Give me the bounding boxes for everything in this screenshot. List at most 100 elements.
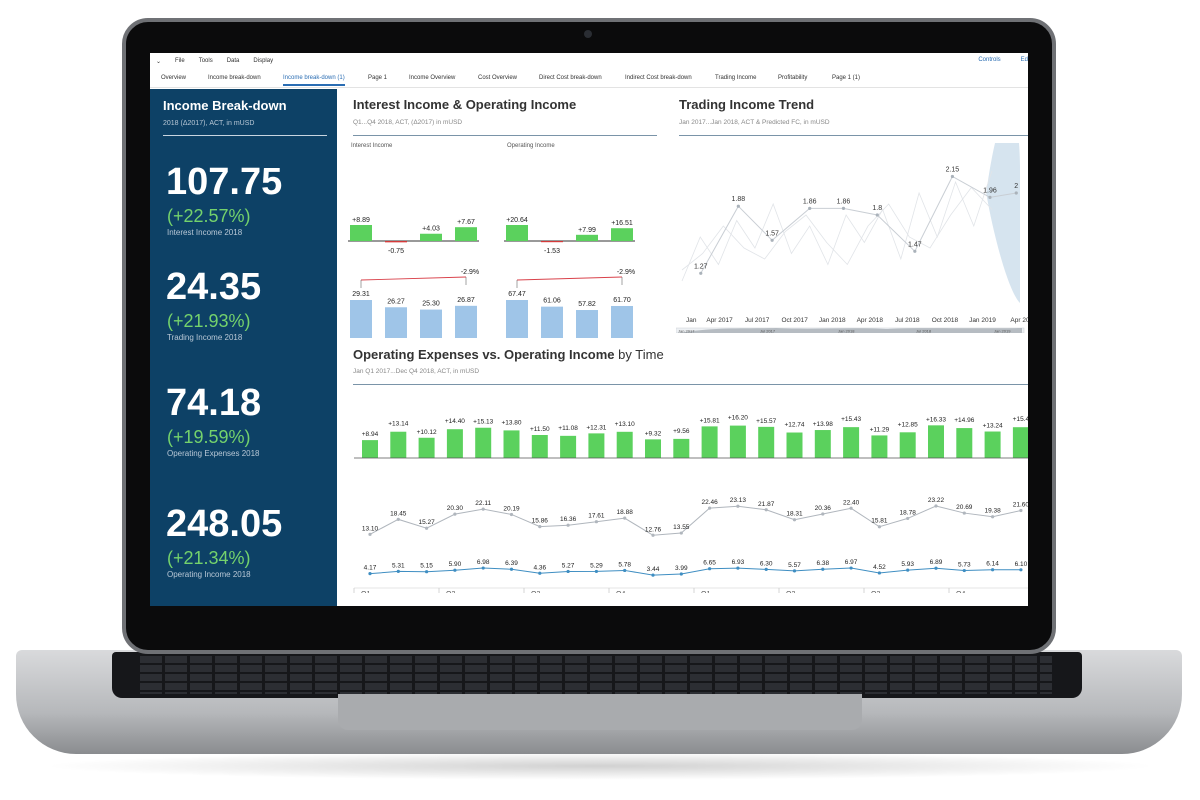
delta-label: +15.13: [473, 419, 493, 426]
interest-section-rule: [353, 135, 657, 136]
delta-label: +15.57: [756, 418, 776, 425]
trading-trend-chart: 1.27 1.88 1.57 1.86 1.86 1.8 1.47 2.15 1.96 2 Jan A…: [676, 143, 1028, 333]
operating-income-point: [509, 512, 514, 517]
operating-expenses-label: 6.93: [732, 559, 745, 566]
operating-income-label: 23.13: [730, 497, 747, 504]
tab-profitability[interactable]: Profitability: [778, 75, 807, 81]
controls-link[interactable]: Controls: [978, 57, 1000, 63]
delta-label: +11.50: [530, 426, 550, 433]
operating-income-point: [934, 504, 938, 508]
delta-bar: [611, 228, 633, 241]
operating-expenses-point: [481, 566, 485, 570]
trend-point-label: 1.86: [837, 198, 851, 205]
page-tabs: Overview Income break-down Income break-…: [150, 70, 1028, 88]
tab-page-1-1[interactable]: Page 1 (1): [832, 75, 860, 81]
trend-x-tick: Apr 20: [1010, 317, 1028, 324]
edit-link[interactable]: Ed: [1021, 57, 1028, 63]
operating-expenses-label: 4.17: [364, 565, 377, 572]
delta-bar: [984, 431, 1001, 458]
trend-point: [770, 238, 774, 242]
delta-label: +7.99: [578, 227, 596, 234]
delta-bar: [455, 227, 477, 241]
delta-bar: [446, 429, 463, 458]
operating-income-line: [369, 505, 1022, 536]
quarter-label: Q4: [616, 591, 625, 593]
operating-income-label: 18.88: [617, 509, 634, 516]
trend-point-label: 1.96: [983, 187, 997, 194]
delta-label: +4.03: [422, 226, 440, 233]
delta-bar: [729, 425, 746, 458]
delta-bar: [786, 432, 803, 458]
operating-expenses-label: 5.29: [590, 562, 603, 569]
operating-income-label: 22.11: [475, 500, 491, 507]
operating-income-point: [821, 512, 825, 516]
menu-file[interactable]: File: [175, 58, 185, 64]
delta-bar: [814, 430, 831, 458]
kpi-opex-change: (+19.59%): [167, 427, 251, 447]
operating-expenses-label: 6.98: [477, 559, 490, 566]
opex-section-title: Operating Expenses vs. Operating Income …: [353, 347, 664, 362]
forecast-band: [986, 143, 1020, 303]
operating-income-point: [679, 531, 683, 535]
variance-label: -2.9%: [617, 269, 635, 276]
tab-cost-overview[interactable]: Cost Overview: [478, 75, 517, 81]
tab-direct-cost[interactable]: Direct Cost break-down: [539, 75, 602, 81]
delta-bar: [350, 225, 372, 241]
delta-bar: [418, 437, 435, 458]
kpi-opincome-value: 248.05: [166, 503, 283, 545]
operating-income-label: 15.27: [418, 519, 435, 526]
operating-expenses-point: [396, 569, 400, 573]
menu-data[interactable]: Data: [227, 58, 240, 64]
operating-expenses-point: [651, 573, 655, 577]
operating-income-point: [651, 533, 655, 537]
operating-expenses-point: [368, 572, 372, 576]
range-tick: Jul 2018: [916, 329, 932, 334]
kpi-trading-label: Trading Income 2018: [167, 333, 243, 342]
range-tick: Jan 2017: [678, 329, 695, 334]
menu-display[interactable]: Display: [253, 58, 273, 64]
tab-page-1[interactable]: Page 1: [368, 75, 387, 81]
panel-divider: [163, 135, 327, 136]
menu-tools[interactable]: Tools: [199, 58, 213, 64]
operating-income-point: [425, 526, 429, 530]
interest-section-title: Interest Income & Operating Income: [353, 97, 577, 112]
delta-bar: [645, 439, 661, 458]
tab-income-break-down[interactable]: Income break-down: [208, 75, 261, 81]
tab-income-overview[interactable]: Income Overview: [409, 75, 455, 81]
value-bar: [506, 300, 528, 338]
trading-section-subtitle: Jan 2017...Jan 2018, ACT & Predicted FC,…: [679, 119, 830, 126]
operating-expenses-point: [453, 568, 457, 572]
operating-expenses-label: 6.30: [760, 560, 773, 567]
opex-title-main: Operating Expenses vs. Operating Income: [353, 347, 615, 362]
trend-point-label: 1.27: [694, 263, 708, 270]
operating-expenses-label: 6.65: [703, 560, 716, 567]
operating-expenses-label: 5.73: [958, 562, 971, 569]
delta-bar: [362, 440, 378, 458]
laptop-shadow: [40, 752, 1160, 780]
operating-income-label: 20.19: [503, 505, 520, 512]
value-bar: [420, 309, 442, 338]
delta-bar: [506, 225, 528, 241]
operating-income-label: 20.30: [447, 505, 464, 512]
kpi-interest-label: Interest Income 2018: [167, 228, 243, 237]
tab-indirect-cost[interactable]: Indirect Cost break-down: [625, 75, 692, 81]
operating-income-label: 22.46: [701, 499, 718, 506]
delta-label: -1.53: [544, 248, 560, 255]
chevron-down-icon[interactable]: ⌄: [156, 58, 161, 65]
operating-income-point: [962, 511, 966, 515]
tab-income-break-down-1[interactable]: Income break-down (1): [283, 75, 345, 86]
value-label: 57.82: [578, 301, 596, 308]
delta-bar: [531, 435, 548, 458]
operating-expenses-point: [425, 570, 429, 574]
trend-point-label: 2.15: [946, 167, 960, 174]
operating-income-label: 15.86: [532, 518, 549, 525]
tab-overview[interactable]: Overview: [161, 75, 186, 81]
value-label: 29.31: [352, 291, 370, 298]
trend-point-label: 1.88: [732, 196, 746, 203]
delta-label: +10.12: [417, 429, 437, 436]
tab-trading-income[interactable]: Trading Income: [715, 75, 756, 81]
trend-point: [808, 206, 812, 210]
quarter-label: Q1: [701, 591, 710, 593]
operating-expenses-point: [509, 567, 514, 571]
delta-label: +16.33: [926, 416, 946, 423]
